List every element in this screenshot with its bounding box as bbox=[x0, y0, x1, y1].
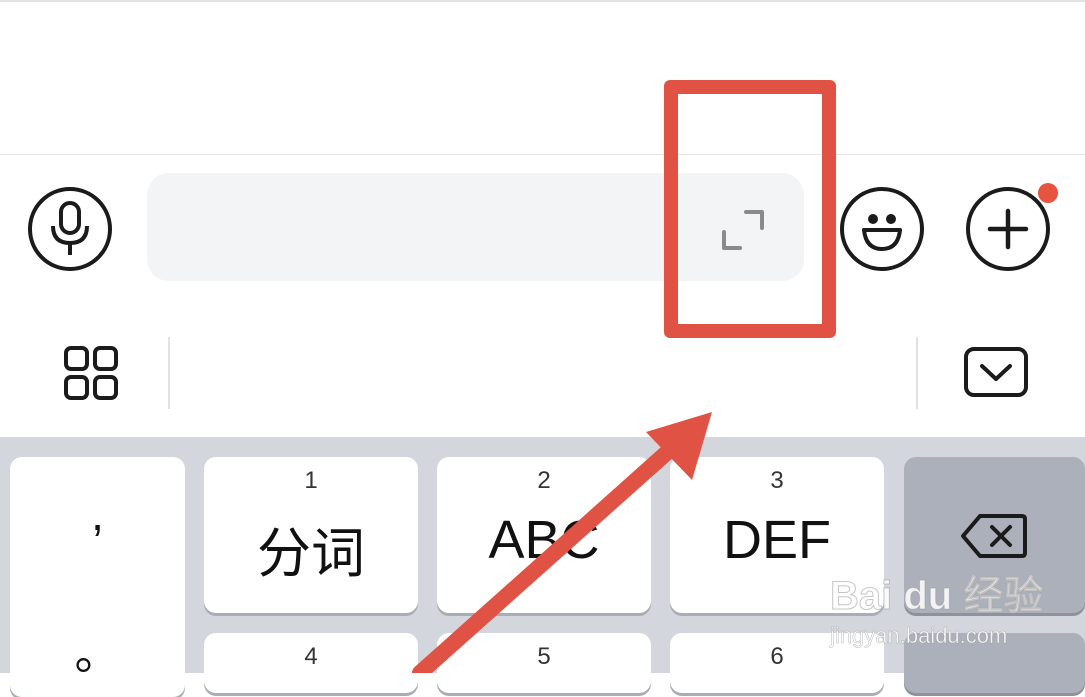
watermark-url: jingyan.baidu.com bbox=[830, 623, 1008, 649]
watermark-brand: Bai du 经验 bbox=[829, 574, 1044, 619]
baidu-watermark: Bai du 经验 jingyan.baidu.com bbox=[829, 553, 1060, 653]
